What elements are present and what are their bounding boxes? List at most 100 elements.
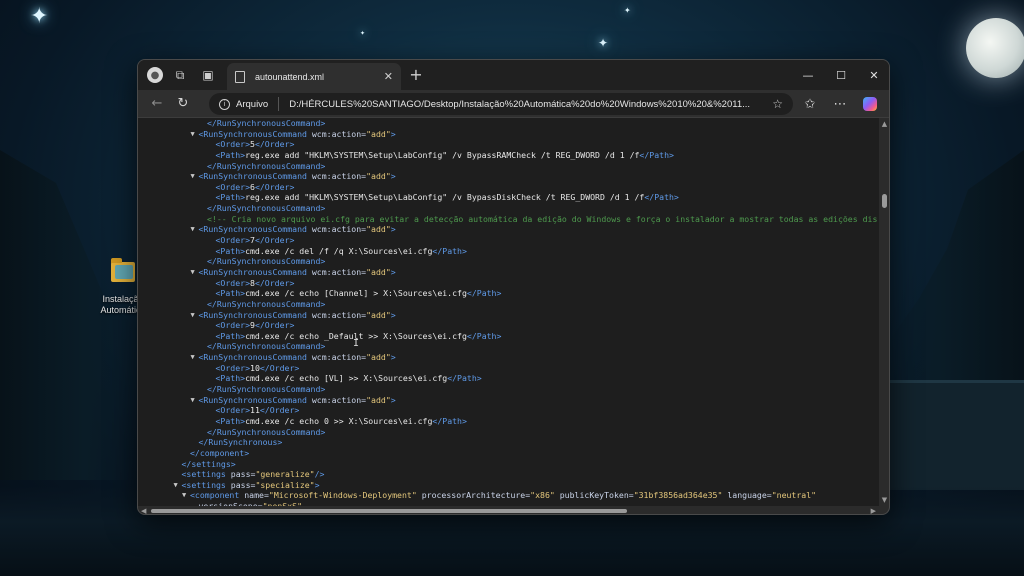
code-token: </Order> — [254, 139, 295, 150]
code-token: language= — [722, 490, 772, 501]
profile-button[interactable]: ● — [138, 63, 166, 87]
wallpaper-star: ✦ — [624, 6, 631, 15]
vertical-scroll-thumb[interactable] — [882, 194, 887, 208]
toolbar-right-tools: ✩ ⋯ — [797, 92, 883, 116]
address-bar[interactable]: i Arquivo D:/HÉRCULES%20SANTIAGO/Desktop… — [209, 93, 793, 115]
code-line: <Order>8</Order> — [138, 278, 879, 289]
code-line: <Path>cmd.exe /c del /f /q X:\Sources\ei… — [138, 246, 879, 257]
tab-autounattend[interactable]: autounattend.xml ✕ — [227, 63, 401, 90]
minimize-icon[interactable]: — — [792, 60, 824, 90]
close-window-icon[interactable]: ✕ — [858, 60, 889, 90]
workspaces-icon[interactable]: ⧉ — [166, 63, 194, 87]
collapse-toggle-icon[interactable]: ▼ — [174, 480, 178, 491]
code-token: <settings — [181, 469, 231, 480]
vertical-scrollbar[interactable]: ▲ ▼ — [879, 118, 889, 506]
star-icon[interactable]: ☆ — [772, 97, 783, 111]
code-token: pass= — [230, 469, 256, 480]
back-icon[interactable]: ← — [144, 92, 170, 116]
horizontal-scroll-thumb[interactable] — [151, 509, 627, 513]
scroll-left-icon[interactable]: ◀ — [141, 506, 146, 514]
code-token: wcm:action= — [311, 171, 367, 182]
code-line: </RunSynchronousCommand> — [138, 299, 879, 310]
code-token: > — [314, 479, 320, 490]
code-token: </Order> — [259, 362, 300, 373]
code-token: <Path> — [215, 330, 246, 341]
code-token: "add" — [366, 266, 391, 277]
code-line: <Path>cmd.exe /c echo [Channel] > X:\Sou… — [138, 288, 879, 299]
address-url[interactable]: D:/HÉRCULES%20SANTIAGO/Desktop/Instalaçã… — [289, 99, 766, 110]
doc-icon — [235, 70, 245, 83]
more-icon[interactable]: ⋯ — [827, 92, 853, 116]
code-token: "31bf3856ad364e35" — [633, 490, 723, 501]
code-token: <Order> — [215, 277, 251, 288]
code-token: <RunSynchronousCommand — [198, 171, 312, 182]
code-token: > — [390, 171, 396, 182]
favorites-icon[interactable]: ✩ — [797, 92, 823, 116]
info-icon[interactable]: i — [219, 98, 230, 110]
code-token: </RunSynchronousCommand> — [207, 298, 326, 309]
wallpaper-star: ✦ — [360, 30, 366, 37]
code-token: </Path> — [466, 288, 502, 299]
scroll-down-icon[interactable]: ▼ — [880, 496, 889, 504]
code-token: reg.exe add "HKLM\SYSTEM\Setup\LabConfig… — [245, 192, 645, 203]
code-token: name= — [244, 490, 269, 501]
browser-window: ● ⧉ ▣ autounattend.xml ✕ + — ☐ ✕ ← ↻ i A… — [137, 59, 890, 515]
code-token: </RunSynchronousCommand> — [207, 341, 326, 352]
collapse-toggle-icon[interactable]: ▼ — [191, 310, 195, 321]
code-line: ▼ <RunSynchronousCommand wcm:action="add"… — [138, 171, 879, 182]
profile-icon: ● — [147, 67, 163, 83]
code-token: "specialize" — [255, 479, 315, 490]
code-token: <Order> — [215, 405, 251, 416]
tab-title: autounattend.xml — [255, 71, 325, 82]
horizontal-scrollbar[interactable]: ◀ ▶ — [138, 506, 879, 514]
scroll-right-icon[interactable]: ▶ — [871, 506, 876, 514]
close-icon[interactable]: ✕ — [384, 70, 393, 83]
code-token: > — [390, 224, 396, 235]
code-token: "Microsoft-Windows-Deployment" — [268, 490, 417, 501]
maximize-icon[interactable]: ☐ — [825, 60, 857, 90]
tab-actions-icon[interactable]: ▣ — [194, 63, 222, 87]
scroll-up-icon[interactable]: ▲ — [880, 120, 889, 128]
plus-icon[interactable]: + — [406, 63, 426, 87]
code-token: <Order> — [215, 362, 251, 373]
code-token: "generalize" — [255, 469, 315, 480]
collapse-toggle-icon[interactable]: ▼ — [191, 352, 195, 363]
collapse-toggle-icon[interactable]: ▼ — [191, 395, 195, 406]
code-token: > — [390, 309, 396, 320]
code-line: </RunSynchronousCommand> — [138, 427, 879, 438]
code-token: </Path> — [639, 149, 674, 160]
code-token: "add" — [366, 171, 391, 182]
code-token: </RunSynchronousCommand> — [207, 426, 326, 437]
copilot-icon — [863, 97, 877, 111]
code-line: ▼ <component name="Microsoft-Windows-Depl… — [138, 490, 879, 501]
address-scheme-label: Arquivo — [236, 98, 269, 110]
refresh-icon[interactable]: ↻ — [170, 92, 196, 116]
collapse-toggle-icon[interactable]: ▼ — [191, 267, 195, 278]
code-token: </Order> — [254, 181, 295, 192]
code-token: cmd.exe /c del /f /q X:\Sources\ei.cfg — [245, 245, 433, 256]
code-token: <RunSynchronousCommand — [198, 266, 312, 277]
code-token: reg.exe add "HKLM\SYSTEM\Setup\LabConfig… — [245, 149, 640, 160]
code-token: <Order> — [215, 139, 251, 150]
code-line: </RunSynchronousCommand> — [138, 384, 879, 395]
collapse-toggle-icon[interactable]: ▼ — [191, 224, 195, 235]
code-token: <RunSynchronousCommand — [198, 352, 312, 363]
code-token: <Path> — [215, 245, 246, 256]
code-token: <Path> — [215, 415, 246, 426]
collapse-toggle-icon[interactable]: ▼ — [182, 490, 186, 501]
code-token: "add" — [366, 128, 391, 139]
code-token: <Order> — [215, 235, 251, 246]
collapse-toggle-icon[interactable]: ▼ — [191, 129, 195, 140]
code-token: 10 — [250, 362, 260, 373]
code-line: <Order>10</Order> — [138, 363, 879, 374]
copilot-button[interactable] — [857, 92, 883, 116]
code-line: <Order>7</Order> — [138, 235, 879, 246]
folder-icon — [111, 258, 135, 282]
code-token: > — [390, 394, 396, 405]
code-token: <Path> — [215, 149, 246, 160]
collapse-toggle-icon[interactable]: ▼ — [191, 171, 195, 182]
code-token: </RunSynchronousCommand> — [207, 118, 326, 128]
code-line: <Order>5</Order> — [138, 139, 879, 150]
code-token: <component — [190, 490, 245, 501]
xml-viewer[interactable]: </RunSynchronousCommand> ▼ <RunSynchronous… — [138, 118, 879, 506]
